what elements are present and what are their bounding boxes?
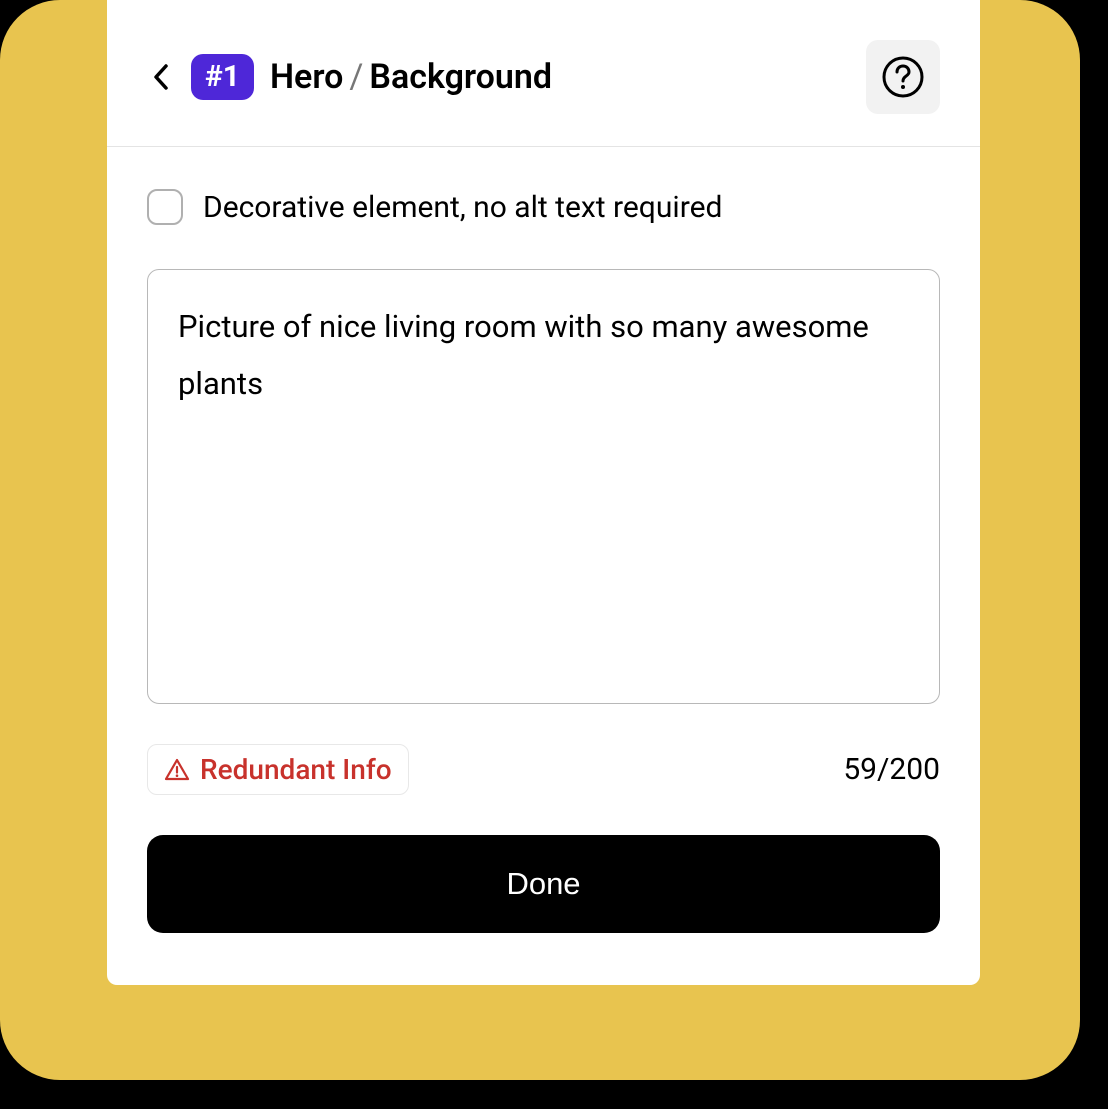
breadcrumb-part-2: Background [369, 57, 552, 97]
decorative-checkbox-label: Decorative element, no alt text required [203, 190, 722, 225]
breadcrumb-separator: / [349, 57, 363, 97]
done-button[interactable]: Done [147, 835, 940, 933]
character-count: 59/200 [843, 752, 940, 787]
back-button[interactable] [147, 63, 175, 91]
help-button[interactable] [866, 40, 940, 114]
breadcrumb-part-1: Hero [270, 57, 343, 97]
warning-chip[interactable]: Redundant Info [147, 744, 409, 795]
panel-body: Decorative element, no alt text required… [107, 147, 980, 985]
chevron-left-icon [153, 63, 169, 91]
help-icon [881, 55, 925, 99]
warning-icon [164, 757, 190, 783]
warning-label: Redundant Info [200, 753, 392, 786]
alt-text-input[interactable] [147, 269, 940, 704]
decorative-checkbox-row: Decorative element, no alt text required [147, 189, 940, 225]
alt-text-editor-panel: #1 Hero / Background Decorative element,… [107, 0, 980, 985]
item-number-badge: #1 [191, 54, 254, 100]
panel-header: #1 Hero / Background [107, 0, 980, 147]
meta-row: Redundant Info 59/200 [147, 744, 940, 795]
decorative-checkbox[interactable] [147, 189, 183, 225]
breadcrumb: Hero / Background [270, 57, 552, 97]
